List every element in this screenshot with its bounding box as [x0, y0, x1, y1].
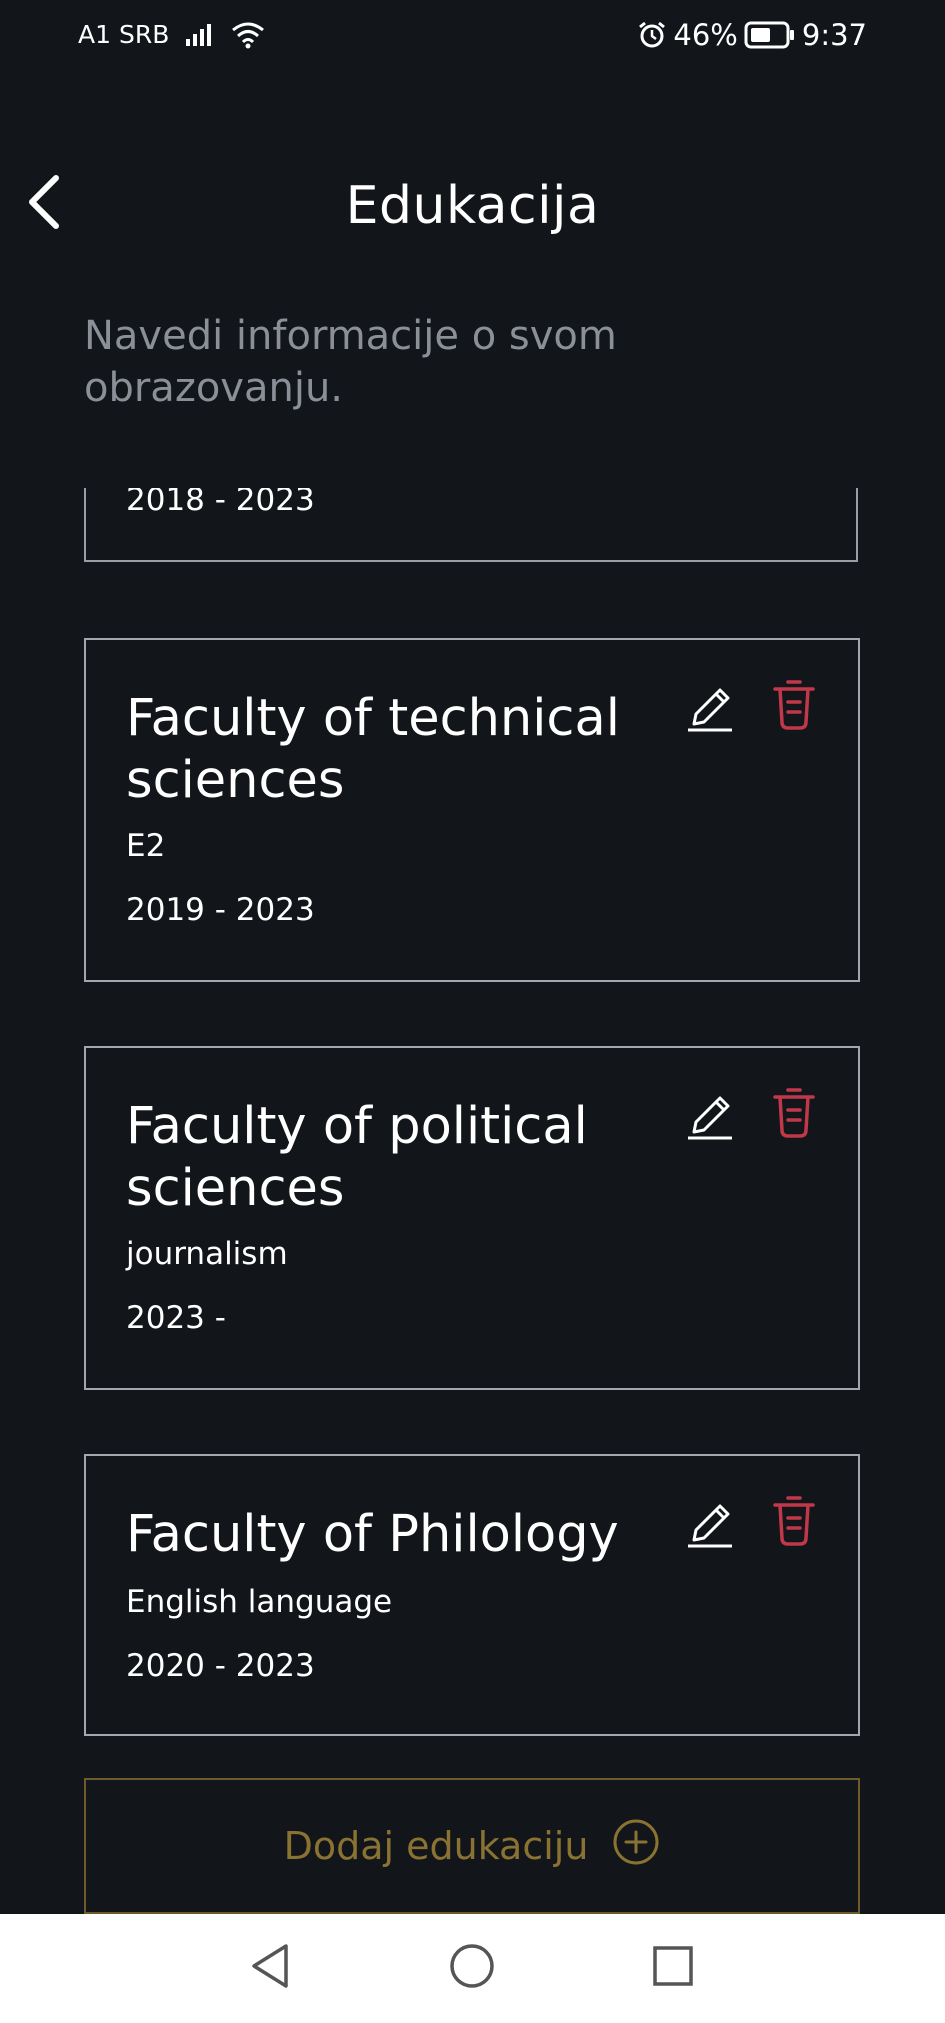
education-years: 2020 - 2023 — [126, 1648, 315, 1684]
edit-button[interactable] — [686, 1084, 736, 1140]
nav-recents-button[interactable] — [643, 1938, 703, 1998]
pencil-icon — [686, 1504, 734, 1552]
delete-button[interactable] — [770, 676, 820, 732]
pencil-icon — [686, 1096, 734, 1144]
education-years: 2018 - 2023 — [126, 488, 315, 518]
education-card[interactable]: Faculty of technical sciences E2 2019 - … — [84, 638, 860, 982]
status-right: 46% 9:37 — [637, 18, 867, 52]
trash-icon — [770, 1496, 818, 1552]
pencil-icon — [686, 688, 734, 736]
trash-icon — [770, 680, 818, 736]
education-years: 2023 - — [126, 1300, 226, 1336]
education-field: E2 — [126, 828, 166, 864]
header: Edukacija — [0, 160, 945, 250]
education-field: journalism — [126, 1236, 288, 1272]
add-education-label: Dodaj edukaciju — [283, 1824, 589, 1868]
system-nav-bar — [0, 1914, 945, 2023]
alarm-icon — [637, 20, 667, 50]
education-name: Faculty of political sciences — [126, 1097, 588, 1218]
status-bar: A1 SRB 46% 9:37 — [0, 0, 945, 72]
delete-button[interactable] — [770, 1492, 820, 1548]
back-triangle-icon — [248, 1942, 292, 1994]
add-education-button[interactable]: Dodaj edukaciju — [84, 1778, 860, 1914]
page-subtitle: Navedi informacije o svom obrazovanju. — [84, 313, 617, 411]
wifi-icon — [231, 21, 265, 49]
education-field: English language — [126, 1584, 393, 1620]
education-years: 2019 - 2023 — [126, 892, 315, 928]
battery-percent: 46% — [673, 18, 738, 52]
plus-circle-icon — [612, 1818, 660, 1875]
education-name: Faculty of technical sciences — [126, 689, 620, 810]
education-name: Faculty of Philology — [126, 1505, 619, 1564]
trash-icon — [770, 1088, 818, 1144]
education-list[interactable]: 2018 - 2023 Faculty of technical science… — [0, 488, 945, 1914]
recents-square-icon — [651, 1944, 695, 1992]
education-card[interactable]: Faculty of Philology English language 20… — [84, 1454, 860, 1736]
delete-button[interactable] — [770, 1084, 820, 1140]
battery-icon — [744, 21, 796, 49]
signal-icon — [185, 23, 215, 47]
nav-back-button[interactable] — [240, 1938, 300, 1998]
edit-button[interactable] — [686, 676, 736, 732]
edit-button[interactable] — [686, 1492, 736, 1548]
page-title: Edukacija — [345, 176, 600, 236]
clock-time: 9:37 — [801, 18, 867, 52]
carrier-label: A1 SRB — [78, 20, 170, 49]
education-card[interactable]: Faculty of political sciences journalism… — [84, 1046, 860, 1390]
status-left: A1 SRB — [78, 20, 265, 49]
nav-home-button[interactable] — [442, 1938, 502, 1998]
education-card-partial[interactable]: 2018 - 2023 — [84, 488, 858, 562]
home-circle-icon — [448, 1942, 496, 1994]
